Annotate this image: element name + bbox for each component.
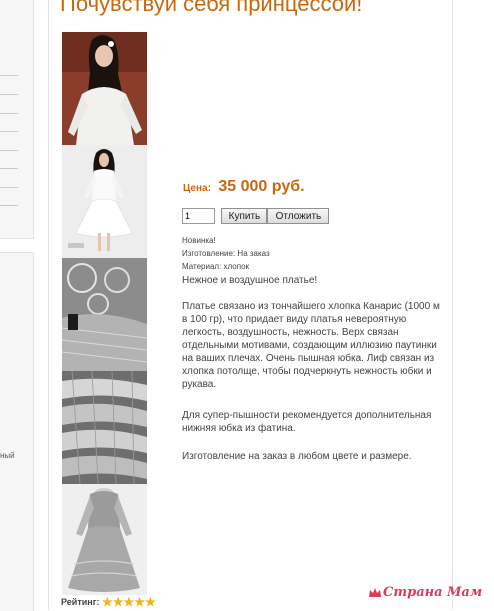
sidebar-menu-item[interactable]	[0, 150, 18, 151]
photo-model-upper[interactable]	[62, 32, 147, 145]
crown-icon	[369, 588, 381, 597]
quantity-input[interactable]	[182, 208, 215, 224]
material-info: Материал: хлопок	[182, 262, 250, 271]
left-sidebar: ный	[0, 0, 34, 611]
photo-skirt-detail[interactable]	[62, 371, 147, 484]
description-lead: Нежное и воздушное платье!	[182, 275, 318, 286]
content-divider-right	[452, 0, 453, 610]
photo-dress-mannequin[interactable]	[62, 484, 147, 595]
sidebar-menu-item[interactable]	[0, 94, 18, 95]
rating-label: Рейтинг:	[61, 597, 100, 607]
sidebar-fragment-text: ный	[0, 451, 15, 460]
description: Нежное и воздушное платье!	[182, 274, 444, 287]
description-body: Платье связано из тончайшего хлопка Кана…	[182, 300, 444, 391]
rating: Рейтинг: ★★★★★	[61, 595, 156, 609]
sidebar-menu-item[interactable]	[0, 113, 18, 114]
description-paragraph: Изготовление на заказ в любом цвете и ра…	[182, 451, 412, 462]
buy-button[interactable]: Купить	[221, 208, 268, 224]
content-divider-left	[48, 0, 49, 610]
description-paragraph: Для супер-пышности рекомендуется дополни…	[182, 410, 432, 434]
photo-lace-detail[interactable]	[62, 258, 147, 371]
sidebar-menu-box	[0, 0, 34, 239]
sidebar-secondary-box	[0, 252, 34, 611]
sidebar-menu-item[interactable]	[0, 75, 18, 76]
sidebar-menu-item[interactable]	[0, 187, 18, 188]
sidebar-menu-item[interactable]	[0, 131, 18, 132]
description-custom: Изготовление на заказ в любом цвете и ра…	[182, 450, 444, 463]
sidebar-menu-item[interactable]	[0, 168, 18, 169]
description-note: Для супер-пышности рекомендуется дополни…	[182, 409, 444, 435]
defer-button[interactable]: Отложить	[267, 208, 330, 224]
production-info: Изготовление: На заказ	[182, 249, 270, 258]
purchase-controls: КупитьОтложить	[182, 208, 330, 226]
rating-stars[interactable]: ★★★★★	[102, 595, 156, 609]
description-paragraph: Платье связано из тончайшего хлопка Кана…	[182, 301, 440, 390]
site-watermark: Страна Мам	[383, 585, 483, 600]
photo-model-full[interactable]	[62, 145, 147, 258]
price-label: Цена:	[183, 183, 211, 194]
price-value: 35 000 руб.	[218, 178, 305, 195]
price-row: Цена: 35 000 руб.	[183, 178, 305, 196]
page-title: Почувствуй себя принцессой!	[60, 0, 363, 16]
sidebar-menu-item[interactable]	[0, 205, 18, 206]
badge-new: Новинка!	[182, 236, 216, 245]
